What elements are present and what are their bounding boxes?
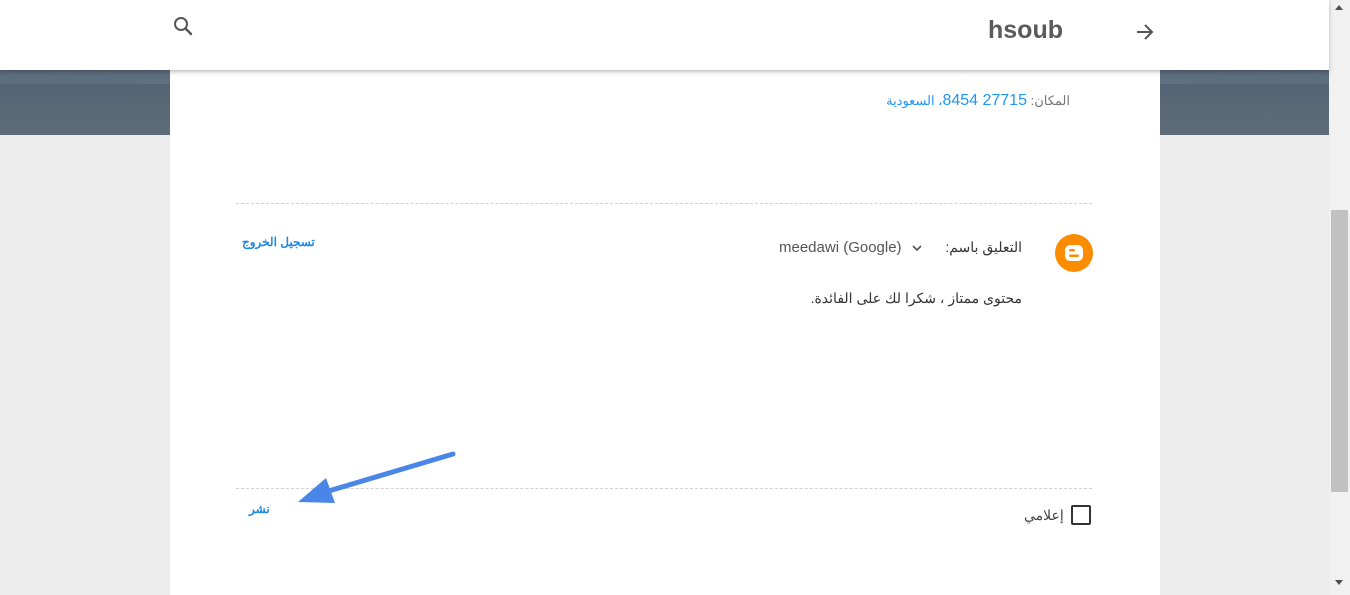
divider: [236, 203, 1092, 204]
publish-button[interactable]: نشر: [249, 502, 270, 516]
account-select[interactable]: meedawi (Google): [779, 239, 922, 256]
comment-as-label: التعليق باسم:: [945, 239, 1022, 255]
post-location: المكان: 27715 8454، السعودية: [886, 92, 1070, 110]
location-number-link[interactable]: 27715 8454: [942, 92, 1027, 109]
scrollbar-thumb[interactable]: [1331, 210, 1348, 492]
chevron-down-icon: [912, 245, 922, 252]
blogger-logo-icon: [1055, 234, 1093, 272]
arrow-right-icon[interactable]: [1133, 20, 1157, 44]
scroll-down-arrow-icon[interactable]: [1335, 580, 1343, 585]
notify-label: إعلامي: [1024, 507, 1064, 523]
scroll-up-arrow-icon[interactable]: [1335, 5, 1343, 10]
blog-title[interactable]: hsoub: [988, 16, 1063, 45]
comment-textarea[interactable]: محتوى ممتاز ، شكرا لك على الفائدة.: [811, 290, 1022, 307]
search-icon[interactable]: [171, 14, 195, 38]
top-app-bar: hsoub: [0, 0, 1329, 70]
location-country-link[interactable]: ، السعودية: [886, 93, 942, 108]
signout-link[interactable]: تسجيل الخروج: [242, 235, 315, 249]
account-name: meedawi (Google): [779, 239, 902, 256]
location-label: المكان:: [1030, 93, 1070, 108]
annotation-arrow: [298, 451, 456, 503]
notify-checkbox[interactable]: [1071, 505, 1091, 525]
